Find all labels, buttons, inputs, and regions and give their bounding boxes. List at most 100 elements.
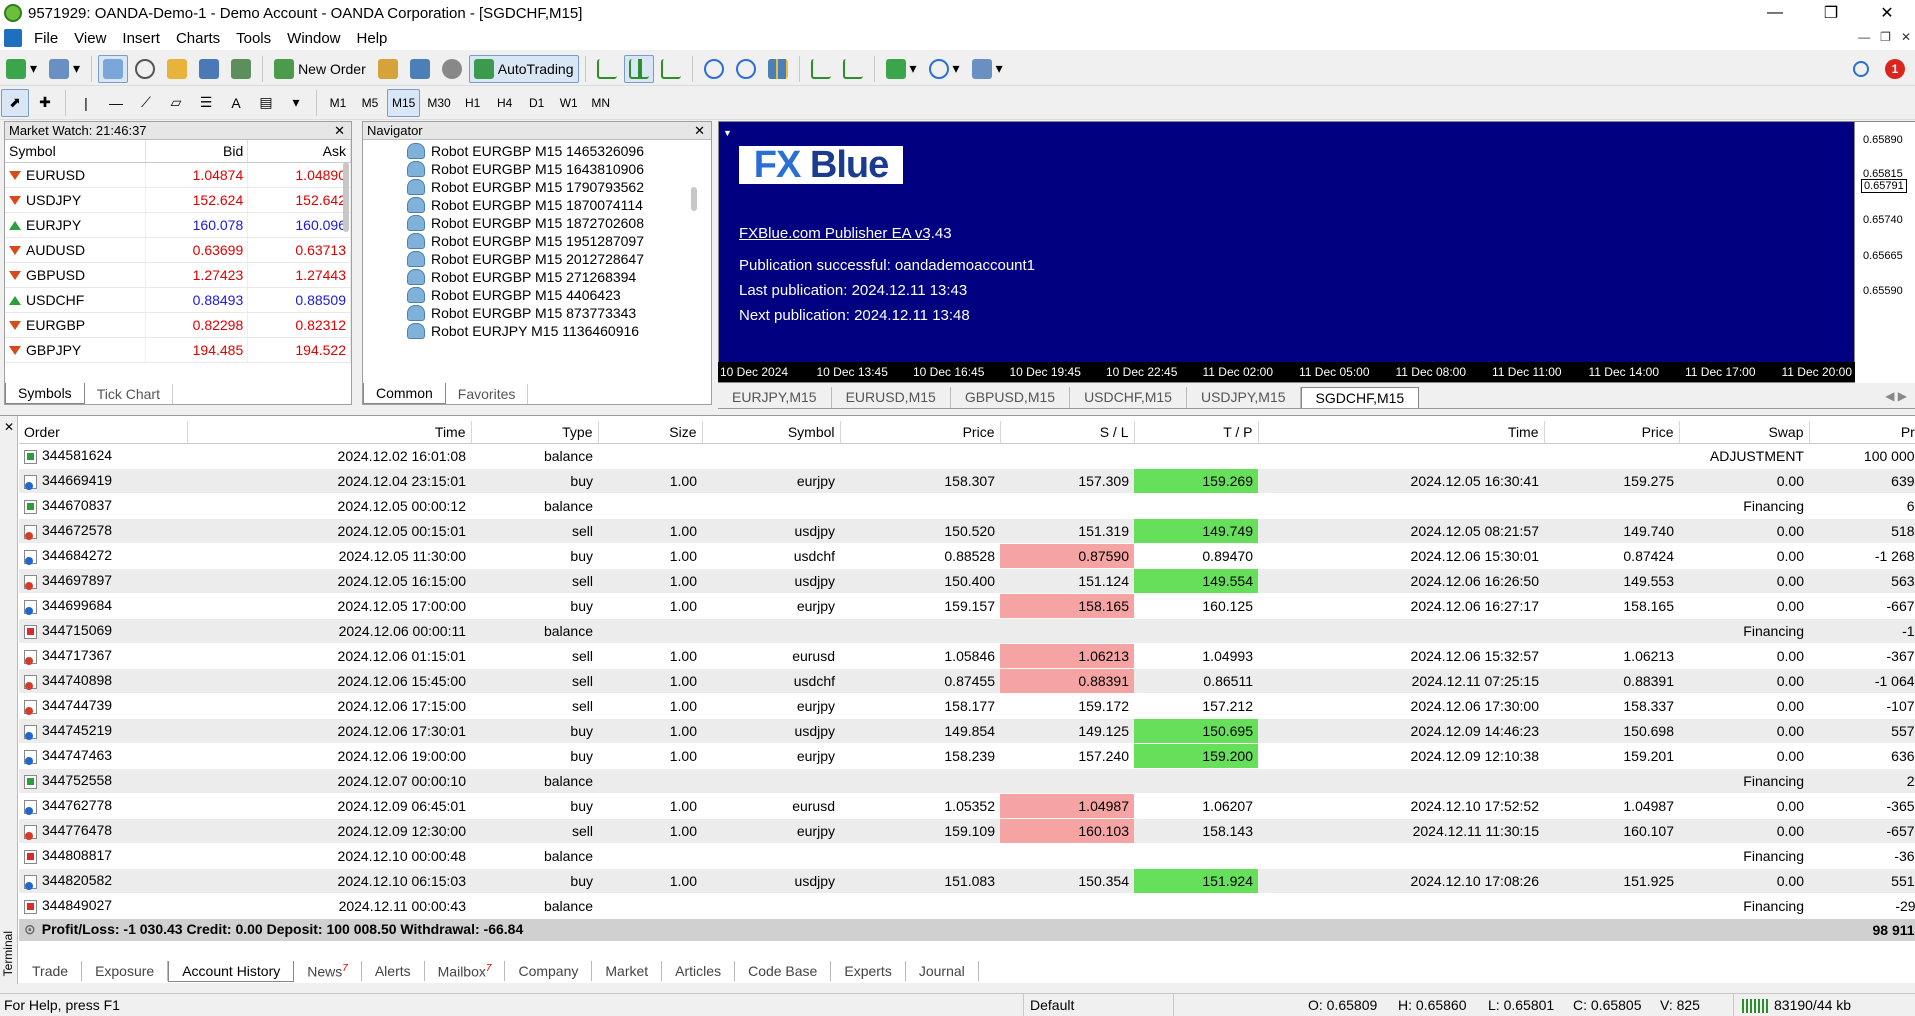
history-row[interactable]: 344776478 2024.12.09 12:30:00 sell 1.00 eurj… — [19, 818, 1915, 844]
history-row[interactable]: 344717367 2024.12.06 01:15:01 sell 1.00 euru… — [19, 643, 1915, 669]
col-symbol[interactable]: Symbol — [5, 140, 146, 163]
navigator-scrollbar[interactable] — [691, 187, 697, 211]
menu-view[interactable]: View — [66, 30, 114, 47]
navigator-item[interactable]: Robot EURGBP M15 1465326096 — [407, 142, 711, 160]
summary-row[interactable]: ⊙ Profit/Loss: -1 030.43 Credit: 0.00 Dep… — [19, 918, 1915, 942]
navigator-item[interactable]: Robot EURGBP M15 1870074114 — [407, 196, 711, 214]
chart-tab[interactable]: USDJPY,M15 — [1187, 387, 1301, 408]
cursor-tool[interactable]: ⬈ — [1, 88, 29, 117]
new-chart-button[interactable]: ▾ — [1, 55, 42, 83]
history-row[interactable]: 344672578 2024.12.05 00:15:01 sell 1.00 usdj… — [19, 518, 1915, 544]
col-stop-loss[interactable]: S / L — [1000, 421, 1135, 444]
col-close-time[interactable]: Time — [1258, 421, 1545, 444]
market-watch-toggle[interactable] — [98, 54, 129, 83]
market-watch-close[interactable]: ✕ — [334, 123, 351, 139]
market-watch-row[interactable]: USDCHF 0.88493 0.88509 — [5, 287, 351, 313]
notification-badge[interactable]: 1 — [1885, 58, 1905, 79]
navigator-item[interactable]: Robot EURGBP M15 1872702608 — [407, 214, 711, 232]
col-open-time[interactable]: Time — [187, 421, 472, 444]
templates-button[interactable]: ▾ — [967, 55, 1008, 83]
history-row[interactable]: 344820582 2024.12.10 06:15:03 buy 1.00 usdjp… — [19, 868, 1915, 894]
menu-file[interactable]: File — [26, 30, 66, 47]
history-row[interactable]: 344699684 2024.12.05 17:00:00 buy 1.00 eurjp… — [19, 593, 1915, 619]
crosshair-tool[interactable]: ✚ — [31, 89, 59, 117]
navigator-item[interactable]: Robot EURGBP M15 873773343 — [407, 304, 711, 322]
chart-menu-arrow[interactable]: ▼ — [723, 128, 732, 138]
market-watch-row[interactable]: USDJPY 152.624 152.642 — [5, 187, 351, 213]
tf-d1[interactable]: D1 — [522, 89, 552, 117]
tab-favorites[interactable]: Favorites — [446, 384, 529, 404]
chart-tab-scroll[interactable]: ◀ ▶ — [1885, 389, 1907, 403]
col-profit[interactable]: Profit — [1809, 421, 1915, 444]
horizontal-line-tool[interactable]: — — [102, 89, 130, 117]
chart-tab[interactable]: SGDCHF,M15 — [1300, 387, 1420, 408]
tab-common[interactable]: Common — [363, 383, 446, 404]
terminal-tab-exposure[interactable]: Exposure — [82, 961, 169, 981]
market-watch-row[interactable]: EURUSD 1.04874 1.04890 — [5, 162, 351, 188]
tile-windows-button[interactable] — [763, 55, 793, 83]
history-row[interactable]: 344762778 2024.12.09 06:45:01 buy 1.00 eurus… — [19, 793, 1915, 819]
autotrading-button[interactable]: AutoTrading — [468, 54, 579, 83]
metaeditor-button[interactable] — [373, 55, 403, 83]
zoom-in-button[interactable] — [699, 55, 729, 83]
history-row[interactable]: 344740898 2024.12.06 15:45:00 sell 1.00 usdc… — [19, 668, 1915, 694]
line-chart-button[interactable] — [656, 55, 686, 83]
status-profile[interactable]: Default — [1030, 997, 1074, 1013]
minimize-button[interactable]: — — [1747, 0, 1803, 26]
maximize-button[interactable]: ❐ — [1803, 0, 1859, 26]
new-order-button[interactable]: New Order — [269, 55, 371, 83]
tf-m5[interactable]: M5 — [355, 89, 385, 117]
navigator-close[interactable]: ✕ — [694, 123, 711, 139]
tf-m30[interactable]: M30 — [422, 89, 455, 117]
market-watch-row[interactable]: GBPJPY 194.485 194.522 — [5, 337, 351, 363]
market-watch-row[interactable]: AUDUSD 0.63699 0.63713 — [5, 237, 351, 263]
terminal-tab-company[interactable]: Company — [505, 961, 593, 981]
tf-m15[interactable]: M15 — [387, 88, 421, 117]
col-size[interactable]: Size — [598, 421, 703, 444]
col-close-price[interactable]: Price — [1544, 421, 1680, 444]
terminal-tab-experts[interactable]: Experts — [831, 961, 906, 981]
navigator-item[interactable]: Robot EURJPY M15 1136460916 — [407, 322, 711, 340]
col-take-profit[interactable]: T / P — [1134, 421, 1259, 444]
terminal-tab-journal[interactable]: Journal — [906, 961, 979, 981]
col-symbol[interactable]: Symbol — [702, 421, 841, 444]
chart-area[interactable]: ▼ FX Blue FXBlue.com Publisher EA v3.43 … — [718, 121, 1855, 383]
label-tool[interactable]: ▤ — [252, 89, 280, 117]
terminal-tab-trade[interactable]: Trade — [19, 961, 83, 981]
channel-tool[interactable]: ▱ — [162, 89, 190, 117]
tf-m1[interactable]: M1 — [323, 89, 353, 117]
terminal-toggle[interactable] — [194, 55, 224, 83]
tab-symbols[interactable]: Symbols — [5, 383, 85, 404]
menu-insert[interactable]: Insert — [114, 30, 168, 47]
col-open-price[interactable]: Price — [840, 421, 1001, 444]
chart-shift-button[interactable] — [806, 55, 836, 83]
indicators-button[interactable]: ▾ — [881, 55, 922, 83]
tester-toggle[interactable] — [226, 55, 256, 83]
vertical-line-tool[interactable]: | — [72, 89, 100, 117]
menu-window[interactable]: Window — [279, 30, 348, 47]
market-watch-row[interactable]: EURJPY 160.078 160.096 — [5, 212, 351, 238]
arrows-tool[interactable]: ▾ — [282, 89, 310, 117]
candlesticks-button[interactable] — [623, 54, 654, 83]
col-swap[interactable]: Swap — [1679, 421, 1810, 444]
text-tool[interactable]: A — [222, 89, 250, 117]
mdi-close-button[interactable]: ✕ — [1901, 30, 1911, 44]
terminal-tab-alerts[interactable]: Alerts — [362, 961, 425, 981]
history-row[interactable]: 344684272 2024.12.05 11:30:00 buy 1.00 usdch… — [19, 543, 1915, 569]
signals-button[interactable] — [437, 55, 467, 83]
col-ask[interactable]: Ask — [247, 140, 351, 163]
close-button[interactable]: ✕ — [1859, 0, 1915, 26]
tab-tick-chart[interactable]: Tick Chart — [85, 384, 173, 404]
history-row[interactable]: 344747463 2024.12.06 19:00:00 buy 1.00 eurjp… — [19, 743, 1915, 769]
history-row[interactable]: 344745219 2024.12.06 17:30:01 buy 1.00 usdjp… — [19, 718, 1915, 744]
zoom-out-button[interactable] — [731, 55, 761, 83]
navigator-toggle[interactable] — [162, 55, 192, 83]
menu-help[interactable]: Help — [349, 30, 396, 47]
autoscroll-button[interactable] — [838, 55, 868, 83]
history-row[interactable]: 344808817 2024.12.10 00:00:48 balance Finan… — [19, 843, 1915, 869]
terminal-tab-mailbox[interactable]: Mailbox7 — [425, 960, 506, 982]
terminal-tab-account-history[interactable]: Account History — [168, 960, 295, 982]
terminal-tab-articles[interactable]: Articles — [662, 961, 736, 981]
data-window-toggle[interactable] — [130, 55, 160, 83]
market-watch-scrollbar[interactable] — [343, 162, 349, 232]
